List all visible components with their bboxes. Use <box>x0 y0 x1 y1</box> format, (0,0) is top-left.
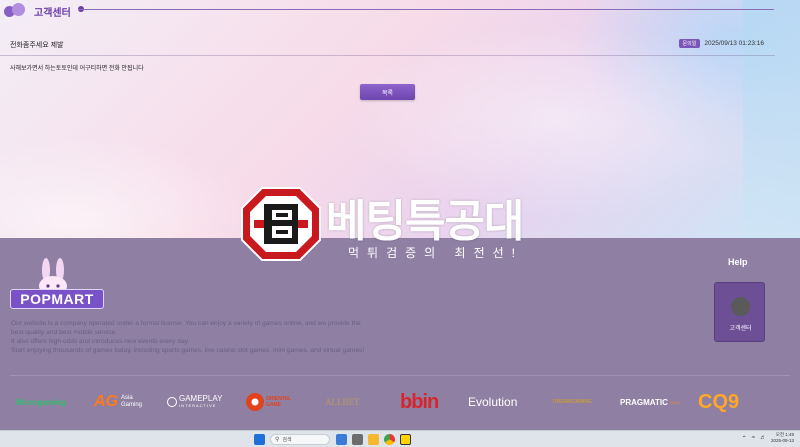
volume-icon[interactable]: ♬ <box>760 435 766 442</box>
vendor-name: bbin <box>400 390 439 413</box>
vendor-logo[interactable]: DREAMGAMING <box>553 386 592 418</box>
brand-slogan: 먹튀검증의 최전선! <box>348 246 523 260</box>
post-meta: 문의일 2025/09/13 01:23:16 <box>678 39 764 48</box>
windows-start-icon[interactable] <box>254 434 265 445</box>
about-line: Our website is a company operated under … <box>11 320 361 327</box>
vendor-logo[interactable]: ORIENTAL GAME <box>246 386 291 418</box>
system-tray[interactable]: ⌃ ≈ ♬ <box>742 435 766 442</box>
about-line: Start enjoying thousands of games today,… <box>11 347 365 354</box>
search-placeholder: 검색 <box>282 437 292 443</box>
list-button[interactable]: 목록 <box>360 84 415 100</box>
help-button[interactable]: 고객센터 <box>714 282 765 342</box>
vendor-name: DREAMGAMING <box>553 399 592 405</box>
vendor-name: Microgaming <box>16 397 66 407</box>
popmart-label[interactable]: POPMART <box>10 289 104 309</box>
vendor-name: Asia Gaming <box>121 395 143 408</box>
task-view-icon[interactable] <box>336 434 347 445</box>
vendor-logo[interactable]: ALLBET <box>325 386 360 418</box>
kakaotalk-icon[interactable] <box>400 434 411 445</box>
taskbar-clock[interactable]: 오전 1:49 2025-09-13 <box>771 432 794 444</box>
clock-date: 2025-09-13 <box>770 438 794 443</box>
vendor-divider <box>10 375 790 376</box>
taskbar-search[interactable]: ⚲ 검색 <box>270 434 330 445</box>
vendor-logos: Microgaming AG Asia Gaming GAMEPLAY INTE… <box>12 386 782 418</box>
search-icon: ⚲ <box>275 437 280 443</box>
vendor-name: ALLBET <box>325 397 360 407</box>
vendor-name: PRAGMATIC <box>620 397 668 407</box>
vendor-logo[interactable]: CQ9 <box>698 386 739 418</box>
chevron-up-icon[interactable]: ⌃ <box>742 435 747 442</box>
vendor-logo[interactable]: GAMEPLAY INTERACTIVE <box>167 386 222 418</box>
background-strip <box>743 0 800 238</box>
post-header: 전화좀주세요 제발 문의일 2025/09/13 01:23:16 <box>10 38 770 52</box>
vendor-logo[interactable]: PRAGMATIC PLAY <box>620 386 680 418</box>
brand-name[interactable]: 베팅특공대 <box>326 185 524 249</box>
chrome-icon[interactable] <box>384 434 395 445</box>
vendor-name: GAMEPLAY <box>179 394 223 403</box>
gameplay-icon <box>167 397 177 407</box>
wifi-icon[interactable]: ≈ <box>752 435 755 442</box>
folder-icon[interactable] <box>368 434 379 445</box>
post-date: 2025/09/13 01:23:16 <box>704 40 764 47</box>
vendor-logo[interactable]: Microgaming <box>16 386 66 418</box>
taskbar: ⚲ 검색 ⌃ ≈ ♬ 오전 1:49 2025-09-13 <box>0 430 800 447</box>
vendor-sub: PLAY <box>669 399 680 405</box>
post-badge: 문의일 <box>678 39 701 48</box>
about-line: best quality and best mobile service. <box>11 329 118 336</box>
page-header: 고객센터 <box>4 2 800 20</box>
vendor-logo[interactable]: bbin <box>400 386 439 418</box>
chat-bubble-icon <box>4 3 26 19</box>
help-label: 고객센터 <box>729 326 752 332</box>
about-text: Our website is a company operated under … <box>11 319 421 355</box>
header-divider <box>78 9 774 10</box>
brand-logo-icon <box>241 187 321 261</box>
vendor-sub: GAME <box>266 402 281 408</box>
sun-icon <box>246 393 264 411</box>
vendor-logo[interactable]: Evolution <box>468 386 517 418</box>
post-divider <box>0 55 775 56</box>
vendor-mark: AG <box>94 393 118 410</box>
help-title: Help <box>728 257 748 267</box>
about-line: It also offers high odds and introduces … <box>11 338 190 345</box>
post-title: 전화좀주세요 제발 <box>10 42 64 49</box>
vendor-logo[interactable]: AG Asia Gaming <box>94 386 149 418</box>
headset-icon <box>731 297 750 316</box>
vendor-name: Evolution <box>468 395 518 409</box>
vendor-name: CQ9 <box>698 390 740 413</box>
vendor-sub: INTERACTIVE <box>179 403 217 408</box>
page-title: 고객센터 <box>34 7 71 19</box>
widgets-icon[interactable] <box>352 434 363 445</box>
post-body: 사해보가면서 하는토토인데 어구티하면 전화 안됩니다 <box>10 66 144 72</box>
